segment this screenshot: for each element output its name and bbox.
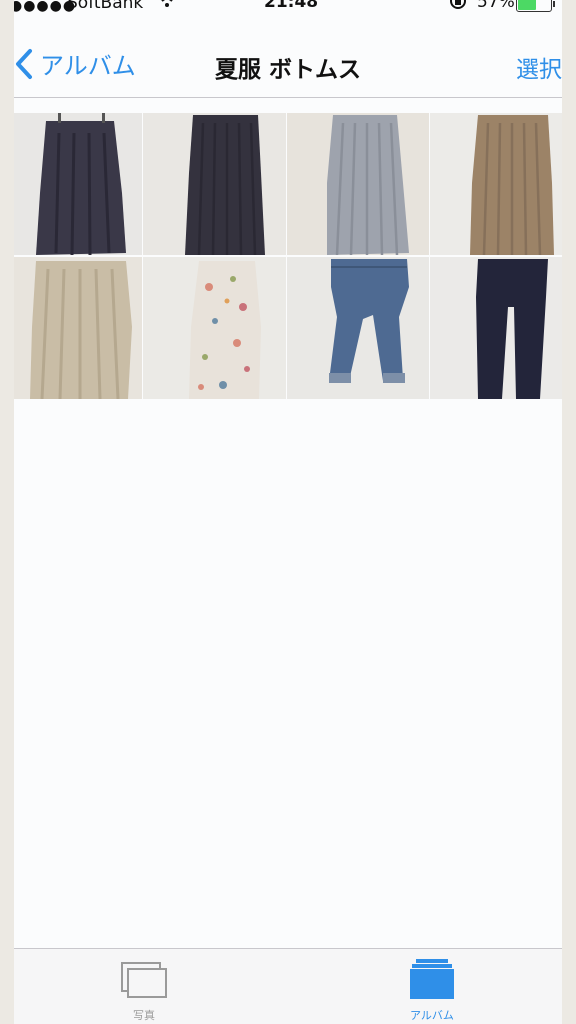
battery-percent: 57% xyxy=(477,0,515,12)
select-button[interactable]: 選択 xyxy=(516,50,562,84)
photo-thumbnail[interactable] xyxy=(143,113,286,255)
status-bar: ●●●●● SoftBank 21:48 57% xyxy=(14,0,562,26)
albums-stack-icon xyxy=(410,959,454,999)
rotation-lock-icon xyxy=(448,0,468,16)
photo-thumbnail[interactable] xyxy=(430,257,562,399)
tab-bar: 写真 アルバム xyxy=(14,948,562,1024)
back-button[interactable]: アルバム xyxy=(14,30,136,97)
tab-albums-label: アルバム xyxy=(410,1009,454,1022)
tab-photos-label: 写真 xyxy=(133,1009,155,1022)
photo-thumbnail[interactable] xyxy=(14,113,142,255)
carrier-name: SoftBank xyxy=(67,0,144,13)
tab-photos[interactable]: 写真 xyxy=(94,949,194,1024)
battery-icon xyxy=(516,0,555,12)
status-time: 21:48 xyxy=(264,0,319,12)
photo-thumbnail[interactable] xyxy=(430,113,562,255)
phone-screen: ●●●●● SoftBank 21:48 57% アルバム 夏服 ボトムス 選択… xyxy=(14,0,562,1024)
photos-stack-icon xyxy=(121,962,167,998)
photo-grid xyxy=(14,113,562,399)
photo-thumbnail[interactable] xyxy=(287,113,429,255)
photo-thumbnail[interactable] xyxy=(14,257,142,399)
back-button-label: アルバム xyxy=(40,52,136,80)
battery-fill xyxy=(518,0,536,10)
wifi-icon xyxy=(157,0,177,15)
tab-albums[interactable]: アルバム xyxy=(382,949,482,1024)
navigation-bar: アルバム 夏服 ボトムス 選択 xyxy=(14,30,562,98)
photo-thumbnail[interactable] xyxy=(287,257,429,399)
chevron-left-icon xyxy=(16,48,32,79)
photo-thumbnail[interactable] xyxy=(143,257,286,399)
